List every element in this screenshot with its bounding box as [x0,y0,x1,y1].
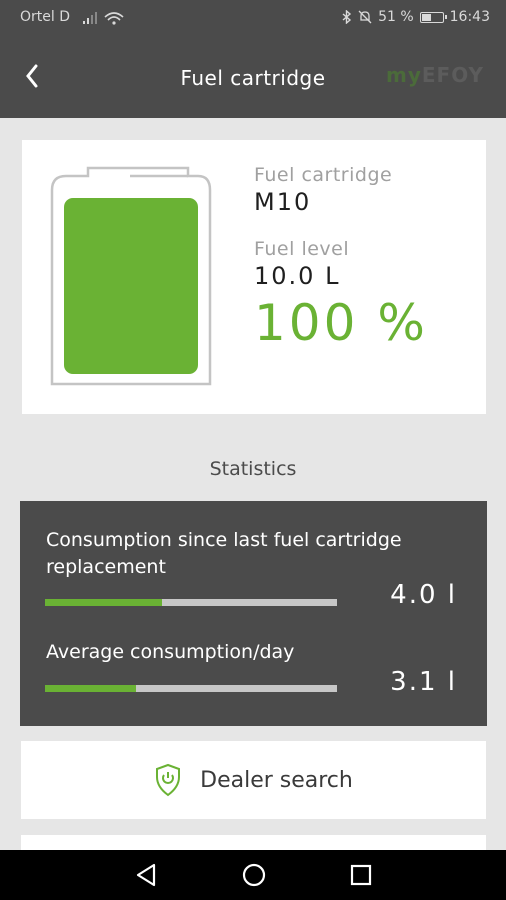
brand-logo: myEFOY [386,63,484,87]
mute-icon [358,10,372,24]
fuel-canister-icon [50,166,212,386]
nav-recents-icon[interactable] [349,862,373,888]
consumption-since-replacement-value: 4.0 l [390,580,457,610]
battery-icon [419,11,447,23]
average-consumption-label: Average consumption/day [46,641,295,663]
app-header: Fuel cartridge myEFOY [0,36,506,118]
battery-percent: 51 % [378,9,414,25]
signal-wifi-icon [83,12,124,25]
dealer-search-label: Dealer search [200,767,353,793]
average-consumption-bar [45,685,337,692]
fuel-level-value: 10.0 L [254,262,341,290]
carrier-name: Ortel D [20,9,70,25]
average-consumption-value: 3.1 l [390,667,457,697]
statistics-heading: Statistics [209,458,297,480]
nav-back-icon[interactable] [134,862,158,888]
dealer-search-button[interactable]: Dealer search [21,741,486,819]
fuel-cartridge-card: Fuel cartridge M10 Fuel level 10.0 L 100… [22,140,486,414]
fuel-percent: 100 % [254,294,428,352]
nav-home-icon[interactable] [241,862,267,888]
cartridge-value: M10 [254,188,312,216]
consumption-since-replacement-label: Consumption since last fuel cartridge rep… [46,529,402,578]
dealer-location-icon [156,763,181,797]
status-bar: Ortel D 51 % 16:43 [0,0,506,36]
bluetooth-icon [342,10,352,24]
clock: 16:43 [449,9,490,25]
system-nav-bar [0,850,506,900]
statistics-panel: Consumption since last fuel cartridge rep… [20,501,487,726]
fuel-info: Fuel cartridge M10 Fuel level 10.0 L 100… [254,164,428,352]
consumption-since-replacement-bar [45,599,337,606]
cartridge-label: Fuel cartridge [254,164,393,186]
fuel-level-label: Fuel level [254,238,350,260]
